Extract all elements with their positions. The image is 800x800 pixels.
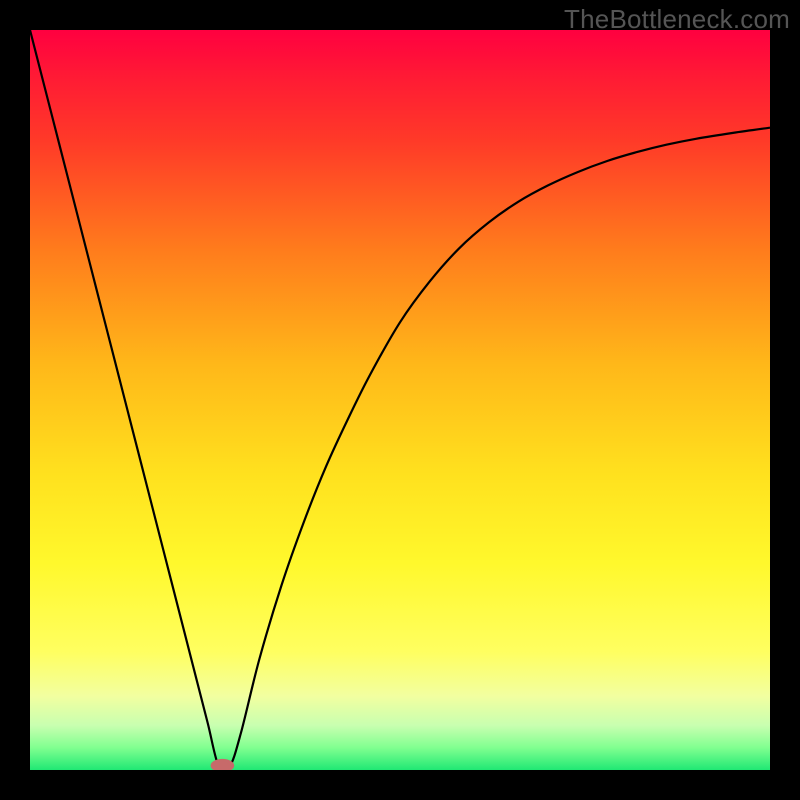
gradient-background [30, 30, 770, 770]
plot-area [30, 30, 770, 770]
chart-frame: TheBottleneck.com [0, 0, 800, 800]
chart-svg [30, 30, 770, 770]
